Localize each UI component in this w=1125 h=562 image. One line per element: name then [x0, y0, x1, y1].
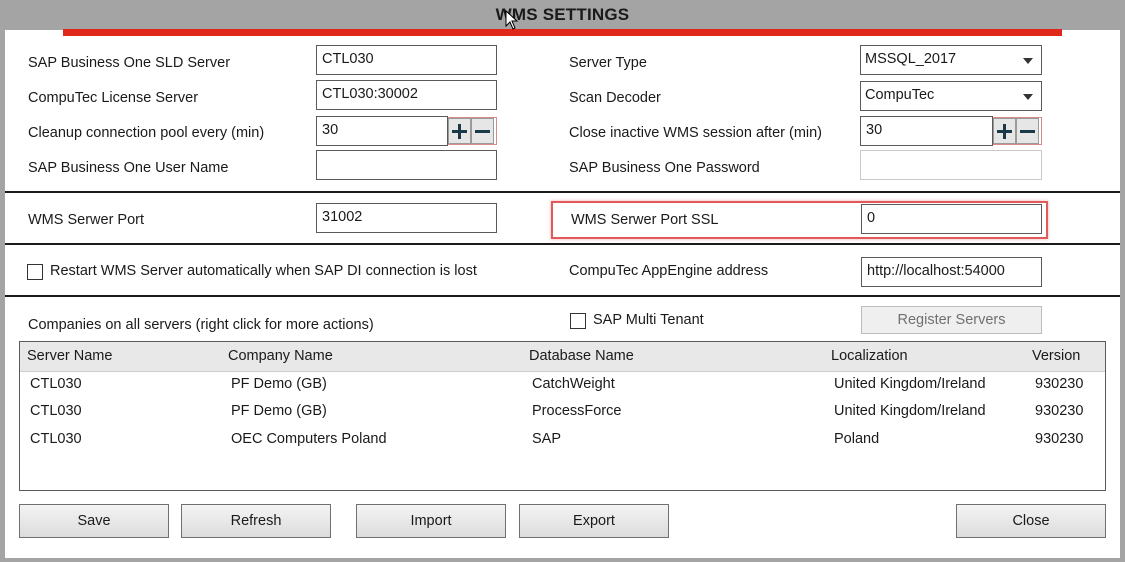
appengine-input[interactable]: http://localhost:54000	[861, 257, 1042, 287]
multi-tenant-label: SAP Multi Tenant	[593, 312, 704, 328]
export-button[interactable]: Export	[519, 504, 669, 538]
cell-version: 930230	[1035, 376, 1084, 392]
column-header-server-name[interactable]: Server Name	[27, 348, 112, 364]
cell-server-name: CTL030	[30, 431, 82, 447]
scan-decoder-select[interactable]: CompuTec	[860, 81, 1042, 111]
cell-database-name: CatchWeight	[532, 376, 615, 392]
cell-localization: United Kingdom/Ireland	[834, 376, 986, 392]
column-header-company-name[interactable]: Company Name	[228, 348, 333, 364]
chevron-down-icon	[1023, 94, 1033, 100]
sld-server-label: SAP Business One SLD Server	[28, 55, 231, 71]
license-server-input[interactable]: CTL030:30002	[316, 80, 497, 110]
close-inactive-increment-button[interactable]	[993, 118, 1016, 144]
chevron-down-icon	[1023, 58, 1033, 64]
password-input[interactable]	[860, 150, 1042, 180]
plus-icon-vertical	[458, 124, 461, 139]
cell-database-name: SAP	[532, 431, 562, 447]
server-port-ssl-input[interactable]: 0	[861, 204, 1042, 234]
appengine-label: CompuTec AppEngine address	[569, 263, 769, 279]
section-divider	[5, 243, 1120, 245]
table-row[interactable]: CTL030 PF Demo (GB) ProcessForce United …	[20, 398, 1105, 425]
restart-auto-checkbox[interactable]	[27, 264, 43, 280]
cell-localization: United Kingdom/Ireland	[834, 403, 986, 419]
scan-decoder-label: Scan Decoder	[569, 90, 661, 106]
cell-localization: Poland	[834, 431, 880, 447]
cleanup-pool-increment-button[interactable]	[448, 118, 471, 144]
table-row[interactable]: CTL030 OEC Computers Poland SAP Poland 9…	[20, 426, 1105, 453]
window-border-left	[0, 0, 5, 562]
user-name-label: SAP Business One User Name	[28, 160, 229, 176]
window-border-bottom	[0, 558, 1125, 562]
restart-auto-label: Restart WMS Server automatically when SA…	[50, 263, 477, 279]
server-type-value: MSSQL_2017	[865, 51, 957, 67]
refresh-button[interactable]: Refresh	[181, 504, 331, 538]
window-border-right	[1120, 0, 1125, 562]
save-button[interactable]: Save	[19, 504, 169, 538]
column-header-database-name[interactable]: Database Name	[529, 348, 634, 364]
multi-tenant-checkbox[interactable]	[570, 313, 586, 329]
cell-company-name: PF Demo (GB)	[231, 403, 327, 419]
cell-version: 930230	[1035, 403, 1084, 419]
cell-version: 930230	[1035, 431, 1084, 447]
plus-icon-vertical	[1003, 124, 1006, 139]
title-accent-bar	[63, 29, 1062, 36]
window-title: WMS SETTINGS	[495, 5, 630, 24]
companies-table[interactable]: Server Name Company Name Database Name L…	[19, 341, 1106, 491]
license-server-label: CompuTec License Server	[28, 90, 199, 106]
sld-server-input[interactable]: CTL030	[316, 45, 497, 75]
cell-server-name: CTL030	[30, 376, 82, 392]
column-header-version[interactable]: Version	[1032, 348, 1080, 364]
cleanup-pool-input[interactable]: 30	[316, 116, 448, 146]
password-label: SAP Business One Password	[569, 160, 760, 176]
cell-company-name: PF Demo (GB)	[231, 376, 327, 392]
close-inactive-input[interactable]: 30	[860, 116, 993, 146]
import-button[interactable]: Import	[356, 504, 506, 538]
server-type-select[interactable]: MSSQL_2017	[860, 45, 1042, 75]
table-header: Server Name Company Name Database Name L…	[20, 342, 1105, 372]
register-servers-button[interactable]: Register Servers	[861, 306, 1042, 334]
close-inactive-label: Close inactive WMS session after (min)	[569, 125, 823, 141]
cell-company-name: OEC Computers Poland	[231, 431, 387, 447]
minus-icon	[475, 130, 490, 133]
cleanup-pool-stepper	[448, 117, 497, 145]
close-inactive-stepper	[993, 117, 1042, 145]
user-name-input[interactable]	[316, 150, 497, 180]
cleanup-pool-decrement-button[interactable]	[471, 118, 494, 144]
server-type-label: Server Type	[569, 55, 647, 71]
section-divider	[5, 295, 1120, 297]
cleanup-pool-label: Cleanup connection pool every (min)	[28, 125, 265, 141]
minus-icon	[1020, 130, 1035, 133]
column-header-localization[interactable]: Localization	[831, 348, 908, 364]
close-button[interactable]: Close	[956, 504, 1106, 538]
mouse-cursor-icon	[505, 10, 519, 30]
section-divider	[5, 191, 1120, 193]
server-port-input[interactable]: 31002	[316, 203, 497, 233]
server-port-label: WMS Serwer Port	[28, 212, 145, 228]
table-row[interactable]: CTL030 PF Demo (GB) CatchWeight United K…	[20, 371, 1105, 398]
close-inactive-decrement-button[interactable]	[1016, 118, 1039, 144]
scan-decoder-value: CompuTec	[865, 87, 935, 103]
server-port-ssl-label: WMS Serwer Port SSL	[571, 212, 719, 228]
cell-database-name: ProcessForce	[532, 403, 622, 419]
cell-server-name: CTL030	[30, 403, 82, 419]
companies-label: Companies on all servers (right click fo…	[28, 317, 374, 333]
